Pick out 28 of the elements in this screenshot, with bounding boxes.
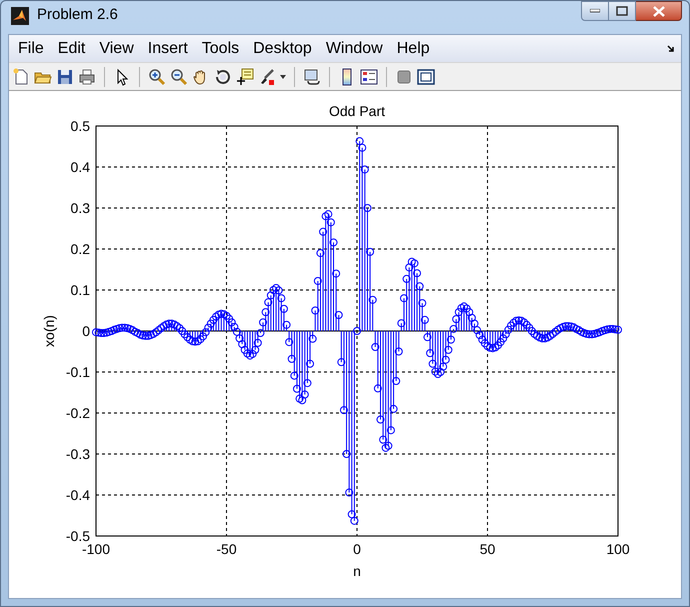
y-tick-label: -0.3 [66,446,90,462]
x-tick-label: -50 [216,541,237,557]
menu-item[interactable]: Help [390,38,437,58]
y-tick-label: 0.4 [70,159,90,175]
x-tick-label: 50 [480,541,496,557]
x-tick-label: 100 [606,541,630,557]
x-axis-label: n [353,563,361,579]
y-tick-label: -0.1 [66,364,90,380]
window-title: Problem 2.6 [37,5,118,26]
y-axis-label: xo(n) [41,315,57,347]
y-tick-label: -0.2 [66,405,90,421]
y-tick-label: 0.1 [70,282,90,298]
y-tick-label: -0.5 [66,528,90,544]
menu-item[interactable]: Window [318,38,390,58]
y-tick-label: 0 [82,323,90,339]
y-tick-label: 0.2 [70,241,90,257]
menu-item[interactable]: Tools [194,38,246,58]
y-tick-label: 0.3 [70,200,90,216]
menu-item[interactable]: Desktop [246,38,319,58]
chart-title: Odd Part [328,103,386,119]
x-tick-label: -100 [82,541,110,557]
menu-item[interactable]: View [92,38,141,58]
x-tick-label: 0 [353,541,361,557]
y-tick-label: 0.5 [70,118,90,134]
y-tick-label: -0.4 [66,487,90,503]
menu-item[interactable]: Insert [140,38,195,58]
menu-item[interactable]: Edit [50,38,92,58]
menu-item[interactable]: File [11,38,51,58]
